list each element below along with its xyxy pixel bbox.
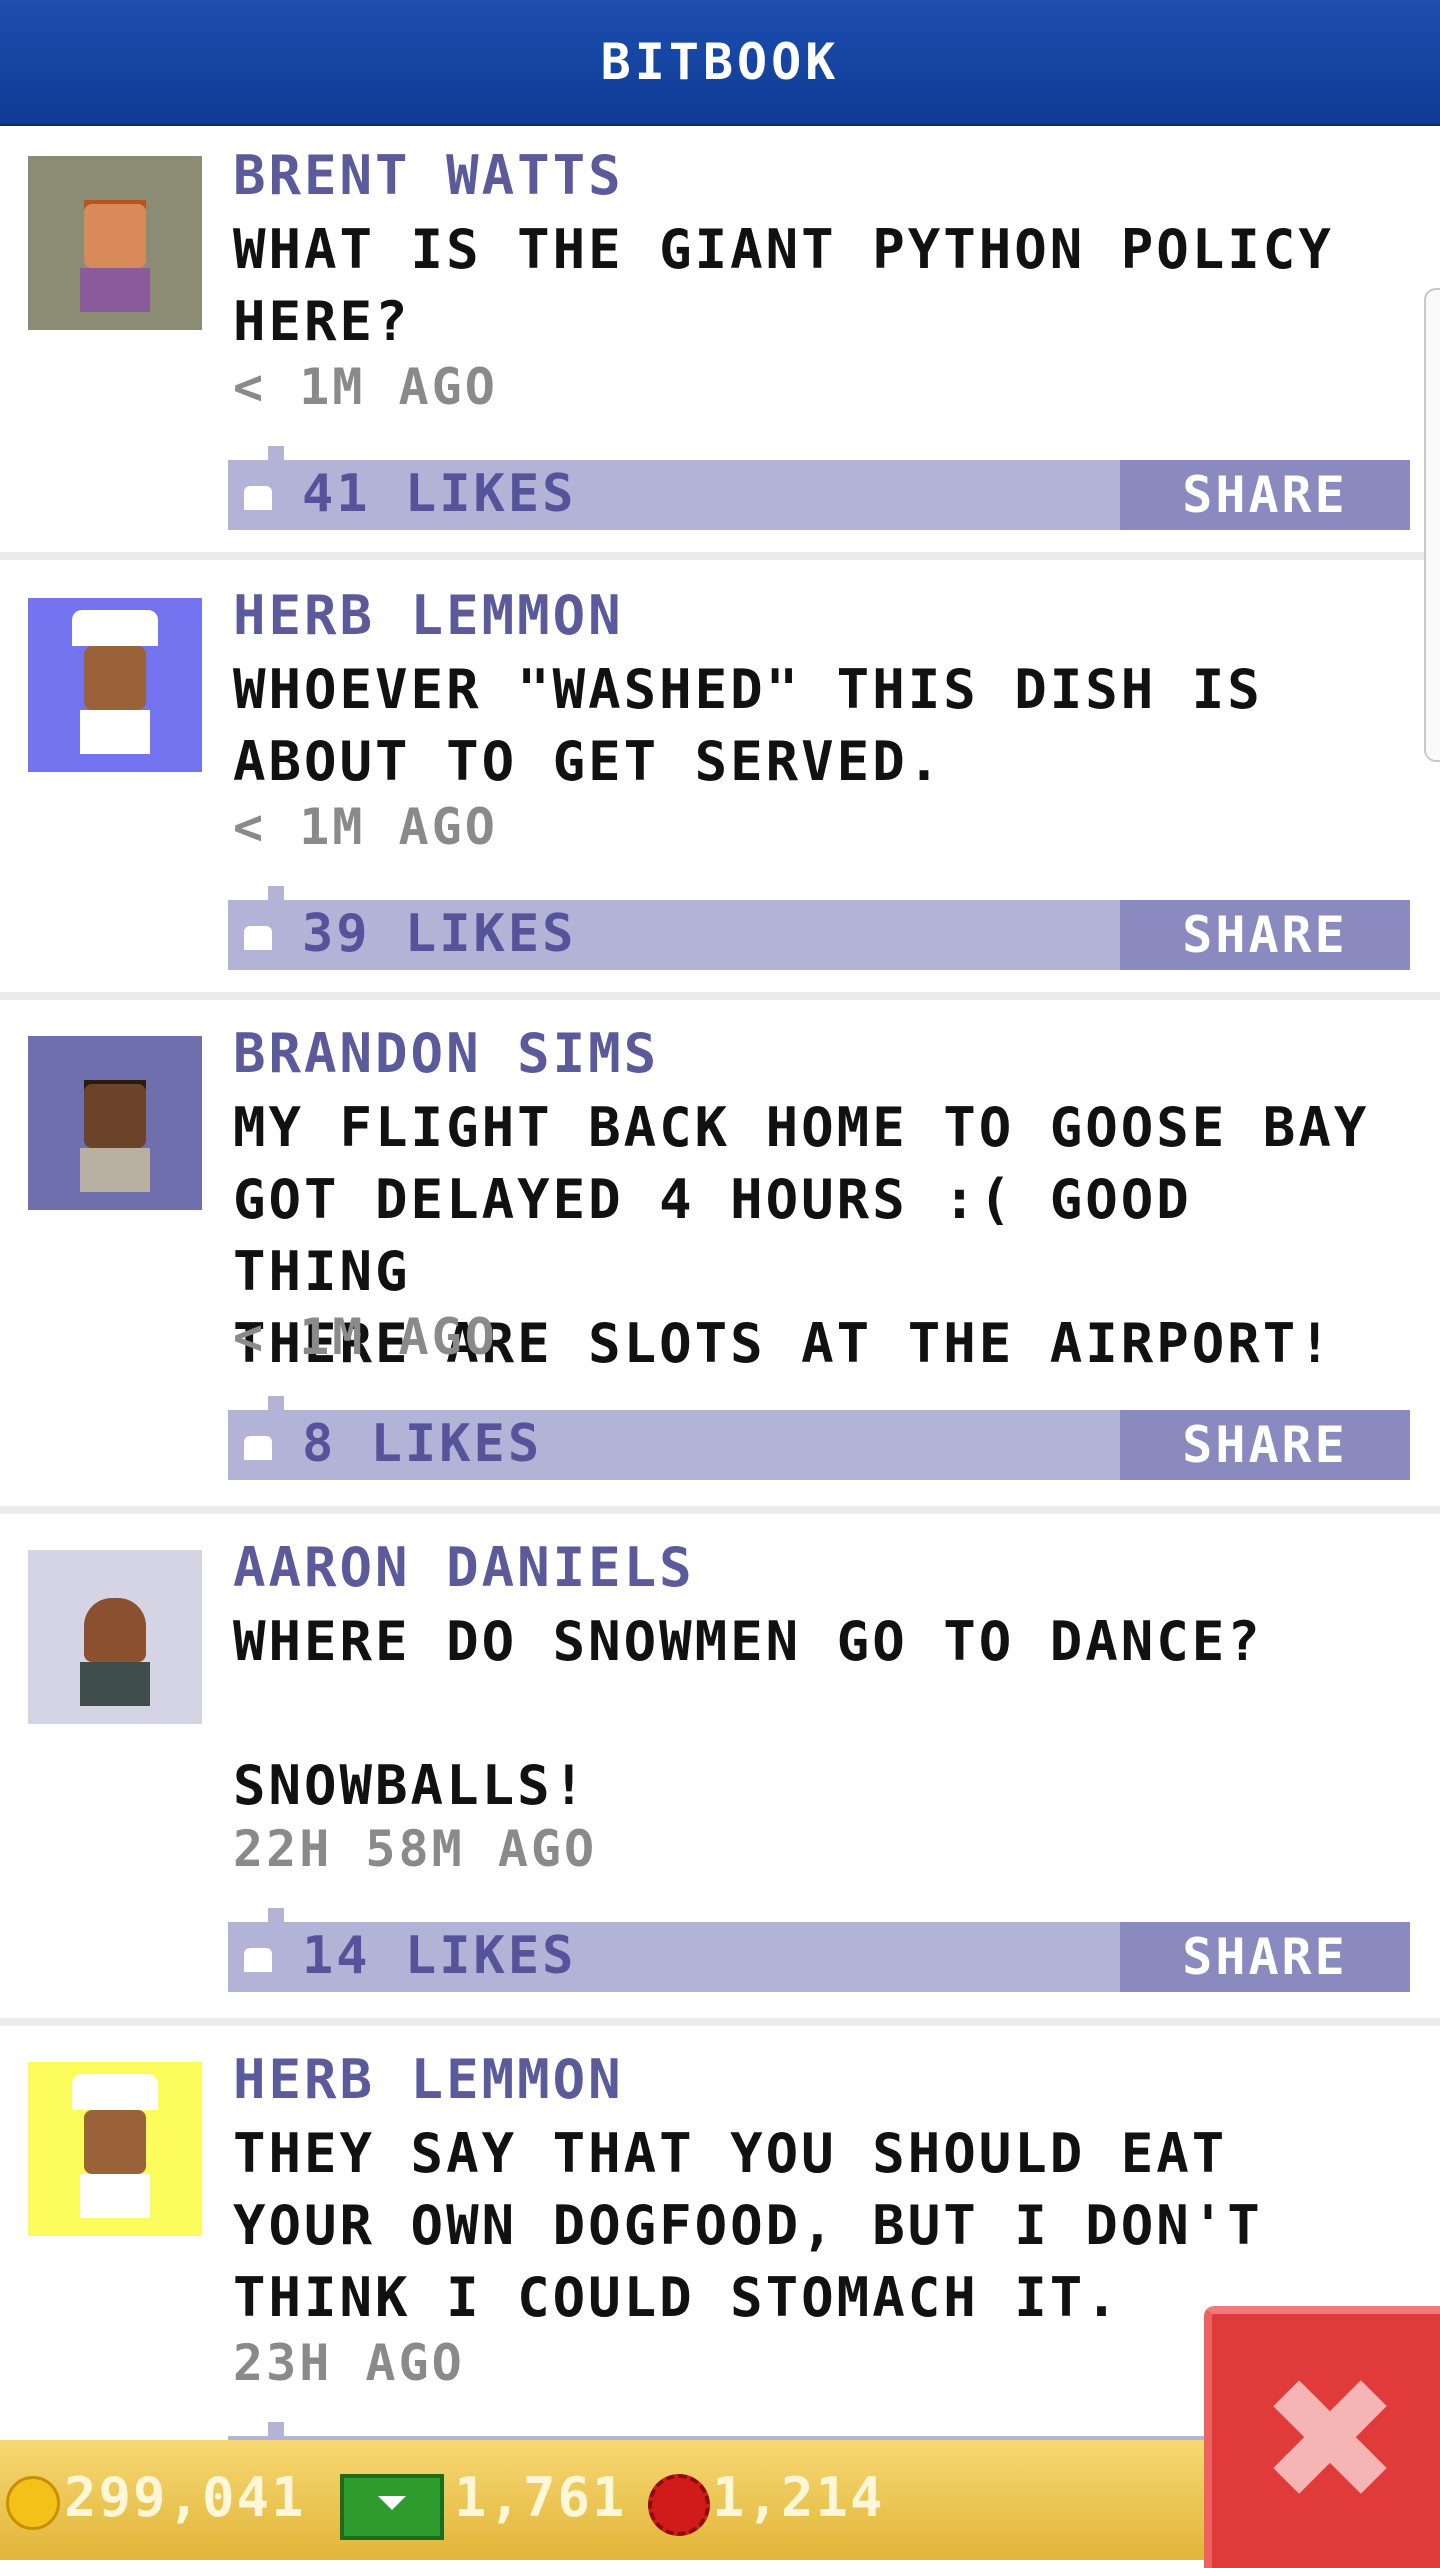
post: HERB LEMMON WHOEVER "WASHED" THIS DISH I… — [0, 560, 1440, 1000]
post-author[interactable]: HERB LEMMON — [233, 2048, 624, 2111]
like-bar[interactable]: 41 LIKES SHARE — [228, 446, 1410, 530]
post-author[interactable]: BRENT WATTS — [233, 144, 624, 207]
divider — [0, 1506, 1440, 1514]
post-author[interactable]: HERB LEMMON — [233, 584, 624, 647]
scrollbar-handle[interactable] — [1424, 288, 1440, 762]
thumbs-up-icon — [244, 926, 272, 950]
divider — [0, 552, 1440, 560]
post-time: < 1M AGO — [233, 1308, 498, 1366]
post-time: < 1M AGO — [233, 798, 498, 856]
post-text: WHERE DO SNOWMEN GO TO DANCE? SNOWBALLS! — [233, 1610, 1263, 1817]
avatar[interactable] — [28, 156, 202, 330]
like-bar[interactable]: 39 LIKES SHARE — [228, 886, 1410, 970]
share-button[interactable]: SHARE — [1120, 1922, 1410, 1992]
post-time: < 1M AGO — [233, 358, 498, 416]
cash-icon — [340, 2474, 444, 2540]
close-button[interactable]: ✖ — [1204, 2306, 1440, 2568]
avatar[interactable] — [28, 1036, 202, 1210]
cash-count: 1,761 — [454, 2466, 627, 2529]
post-author[interactable]: AARON DANIELS — [233, 1536, 695, 1599]
chip-icon — [648, 2474, 710, 2536]
post-time: 22H 58M AGO — [233, 1820, 598, 1878]
like-count: 14 LIKES — [302, 1926, 577, 1986]
thumbs-up-icon — [244, 486, 272, 510]
share-button[interactable]: SHARE — [1120, 460, 1410, 530]
post-author[interactable]: BRANDON SIMS — [233, 1022, 659, 1085]
close-icon: ✖ — [1258, 2342, 1402, 2540]
chip-count: 1,214 — [712, 2466, 885, 2529]
like-bar[interactable]: 14 LIKES SHARE — [228, 1908, 1410, 1992]
post-text: THEY SAY THAT YOU SHOULD EAT YOUR OWN DO… — [233, 2122, 1263, 2329]
app-header: BITBOOK — [0, 0, 1440, 126]
post: AARON DANIELS WHERE DO SNOWMEN GO TO DAN… — [0, 1514, 1440, 2026]
avatar[interactable] — [28, 1550, 202, 1724]
post-text: WHAT IS THE GIANT PYTHON POLICY HERE? — [233, 218, 1334, 353]
avatar[interactable] — [28, 598, 202, 772]
thumbs-up-icon — [244, 1948, 272, 1972]
avatar[interactable] — [28, 2062, 202, 2236]
divider — [0, 2018, 1440, 2026]
like-count: 8 LIKES — [302, 1414, 543, 1474]
thumbs-up-icon — [244, 1436, 272, 1460]
post: BRANDON SIMS MY FLIGHT BACK HOME TO GOOS… — [0, 1000, 1440, 1514]
coin-count: 299,041 — [64, 2466, 306, 2529]
feed[interactable]: BRENT WATTS WHAT IS THE GIANT PYTHON POL… — [0, 126, 1440, 2446]
post-time: 23H AGO — [233, 2334, 465, 2392]
divider — [0, 992, 1440, 1000]
share-button[interactable]: SHARE — [1120, 1410, 1410, 1480]
post: BRENT WATTS WHAT IS THE GIANT PYTHON POL… — [0, 126, 1440, 560]
like-count: 39 LIKES — [302, 904, 577, 964]
share-button[interactable]: SHARE — [1120, 900, 1410, 970]
coin-icon — [6, 2476, 60, 2530]
app-title: BITBOOK — [600, 33, 840, 91]
like-bar[interactable]: 8 LIKES SHARE — [228, 1396, 1410, 1480]
post-text: WHOEVER "WASHED" THIS DISH IS ABOUT TO G… — [233, 658, 1263, 793]
like-count: 41 LIKES — [302, 464, 577, 524]
